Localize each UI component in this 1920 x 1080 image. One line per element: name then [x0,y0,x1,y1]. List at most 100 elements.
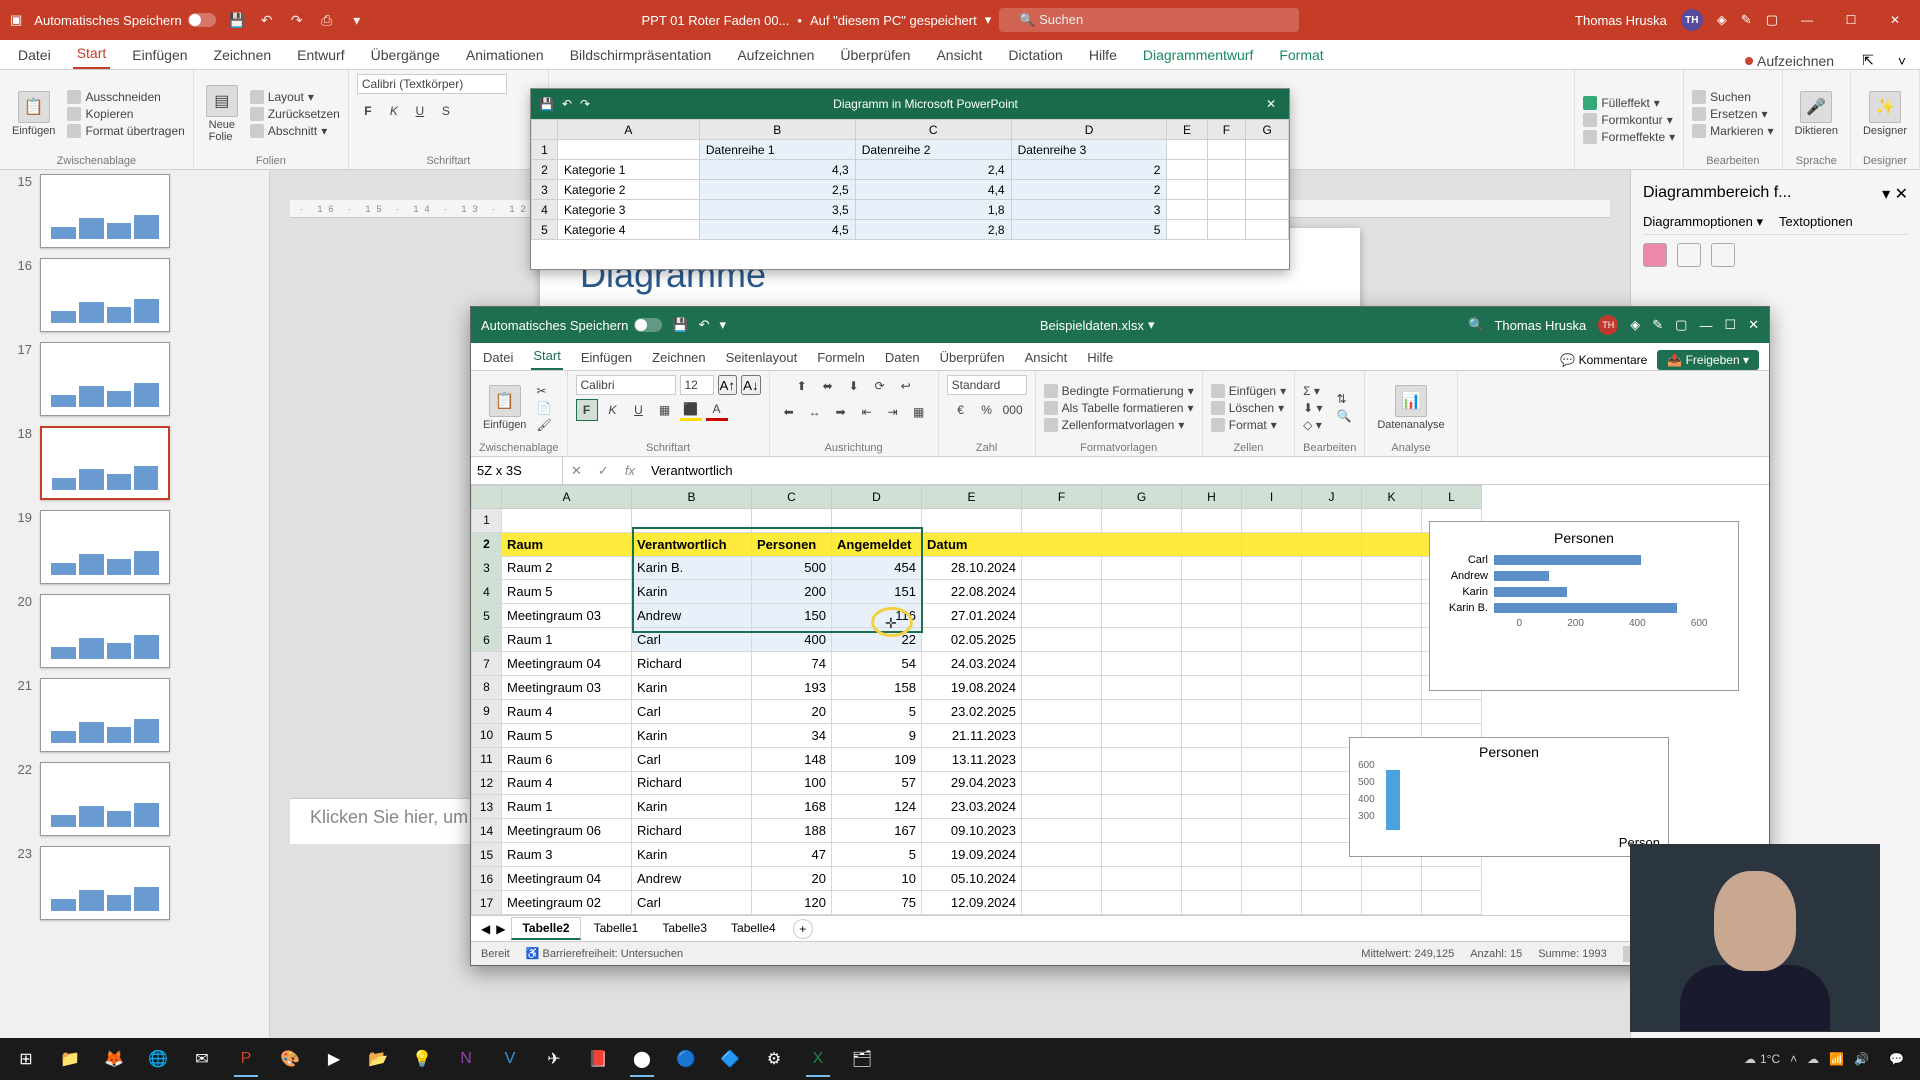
col-header-F[interactable]: F [1022,486,1102,509]
paste-button[interactable]: 📋Einfügen [8,89,59,139]
xl-merge[interactable]: ▦ [908,401,930,423]
format-close-icon[interactable]: ✕ [1895,186,1908,203]
slide-thumb-17[interactable]: 17 [8,342,261,416]
xl-shrink-font[interactable]: A↓ [741,375,761,395]
xl-align-right[interactable]: ➡ [830,401,852,423]
col-header-H[interactable]: H [1182,486,1242,509]
tb-app7[interactable]: 🗂 [842,1041,882,1077]
col-header-K[interactable]: K [1362,486,1422,509]
text-options-tab[interactable]: Textoptionen [1779,214,1853,230]
tab-start[interactable]: Start [73,39,111,69]
datasheet-grid[interactable]: ABCDEFG 1Datenreihe 1Datenreihe 2Datenre… [531,119,1289,240]
xl-save-icon[interactable]: 💾 [672,317,688,333]
dictate-button[interactable]: 🎤Diktieren [1791,89,1842,139]
shape-effects-button[interactable]: Formeffekte ▾ [1583,130,1675,144]
tab-animationen[interactable]: Animationen [462,41,548,69]
tb-telegram[interactable]: ✈ [534,1041,574,1077]
underline-button[interactable]: U [409,100,431,122]
xl-indent-dec[interactable]: ⇤ [856,401,878,423]
xl-fx-icon[interactable]: fx [617,463,643,478]
replace-button[interactable]: Ersetzen ▾ [1692,107,1773,121]
xl-namebox[interactable]: 5Z x 3S [471,457,563,484]
slide-thumbnails[interactable]: 151617181920212223 [0,170,270,1050]
select-button[interactable]: Markieren ▾ [1692,124,1773,138]
col-header-C[interactable]: C [752,486,832,509]
col-header-D[interactable]: D [832,486,922,509]
tab-bildschirm[interactable]: Bildschirmpräsentation [566,41,716,69]
tab-uebergaenge[interactable]: Übergänge [367,41,444,69]
xl-fillcolor-button[interactable]: ⬛ [680,399,702,421]
xl-comments-button[interactable]: 💬 Kommentare [1560,353,1647,367]
tb-app6[interactable]: 🔷 [710,1041,750,1077]
xl-tab-ansicht[interactable]: Ansicht [1023,345,1070,370]
undo-icon[interactable]: ↶ [258,11,276,29]
xl-tab-hilfe[interactable]: Hilfe [1085,345,1115,370]
xl-maximize-button[interactable]: ☐ [1724,317,1736,333]
col-header-G[interactable]: G [1102,486,1182,509]
weather-widget[interactable]: ☁ 1°C [1744,1052,1780,1066]
copy-button[interactable]: Kopieren [67,107,184,121]
xl-diamond-icon[interactable]: ◈ [1630,317,1640,333]
qat-icon[interactable]: ⎙ [318,11,336,29]
xl-fontsize-select[interactable]: 12 [680,375,714,395]
add-sheet-button[interactable]: + [793,919,813,939]
shape-outline-button[interactable]: Formkontur ▾ [1583,113,1675,127]
datasheet-close-button[interactable]: ✕ [1261,97,1281,111]
tab-format[interactable]: Format [1275,41,1327,69]
xl-underline-button[interactable]: U [628,399,650,421]
share-icon[interactable]: ⇱ [1862,52,1874,69]
tab-dictation[interactable]: Dictation [1004,41,1066,69]
xl-wrap[interactable]: ↩ [895,375,917,397]
col-header-B[interactable]: B [632,486,752,509]
record-button[interactable]: Aufzeichnen [1745,53,1834,69]
xl-cell-styles[interactable]: Zellenformatvorlagen ▾ [1044,418,1194,432]
tray-chevron-icon[interactable]: ˄ [1790,1052,1797,1066]
sheet-tab-Tabelle3[interactable]: Tabelle3 [651,917,718,940]
tb-v[interactable]: V [490,1041,530,1077]
slide-thumb-19[interactable]: 19 [8,510,261,584]
tb-app4[interactable]: 📕 [578,1041,618,1077]
fill-icon[interactable] [1643,243,1667,267]
designer-button[interactable]: ✨Designer [1859,89,1911,139]
tb-explorer[interactable]: 📁 [50,1041,90,1077]
tab-einfuegen[interactable]: Einfügen [128,41,191,69]
col-header-I[interactable]: I [1242,486,1302,509]
xl-percent[interactable]: % [976,399,998,421]
format-painter-button[interactable]: Format übertragen [67,124,184,138]
start-button[interactable]: ⊞ [6,1041,46,1077]
font-select[interactable]: Calibri (Textkörper) [357,74,507,94]
search-box[interactable]: 🔍 Suchen [999,8,1299,32]
slide-thumb-20[interactable]: 20 [8,594,261,668]
xl-paste-button[interactable]: 📋Einfügen [479,383,530,433]
sheet-nav-prev[interactable]: ◀ [481,922,490,936]
xl-thousand[interactable]: 000 [1002,399,1024,421]
new-slide-button[interactable]: ▤Neue Folie [202,83,242,145]
slide-thumb-23[interactable]: 23 [8,846,261,920]
tab-hilfe[interactable]: Hilfe [1085,41,1121,69]
close-button[interactable]: ✕ [1880,10,1910,30]
tab-diagrammentwurf[interactable]: Diagrammentwurf [1139,41,1257,69]
tab-zeichnen[interactable]: Zeichnen [210,41,276,69]
qat-dropdown-icon[interactable]: ▾ [348,11,366,29]
italic-button[interactable]: K [383,100,405,122]
tb-app5[interactable]: 🔵 [666,1041,706,1077]
strike-button[interactable]: S [435,100,457,122]
xl-align-mid[interactable]: ⬌ [817,375,839,397]
xl-tab-formeln[interactable]: Formeln [815,345,867,370]
col-header-A[interactable]: A [502,486,632,509]
xl-undo-icon[interactable]: ↶ [699,317,710,333]
ds-redo-icon[interactable]: ↷ [580,97,590,111]
tab-ansicht[interactable]: Ansicht [932,41,986,69]
autosave-toggle[interactable]: Automatisches Speichern [34,13,215,28]
xl-user-avatar[interactable]: TH [1598,315,1618,335]
diamond-icon[interactable]: ◈ [1717,12,1727,28]
tb-app3[interactable]: 💡 [402,1041,442,1077]
xl-tab-ueberpruefen[interactable]: Überprüfen [938,345,1007,370]
tray-network-icon[interactable]: 📶 [1829,1052,1844,1066]
xl-tab-start[interactable]: Start [531,343,562,370]
xl-sort[interactable]: ⇅ [1337,392,1352,406]
xl-align-bot[interactable]: ⬇ [843,375,865,397]
xl-cancel-icon[interactable]: ✕ [563,463,590,479]
tab-datei[interactable]: Datei [14,41,55,69]
xl-number-format[interactable]: Standard [947,375,1027,395]
